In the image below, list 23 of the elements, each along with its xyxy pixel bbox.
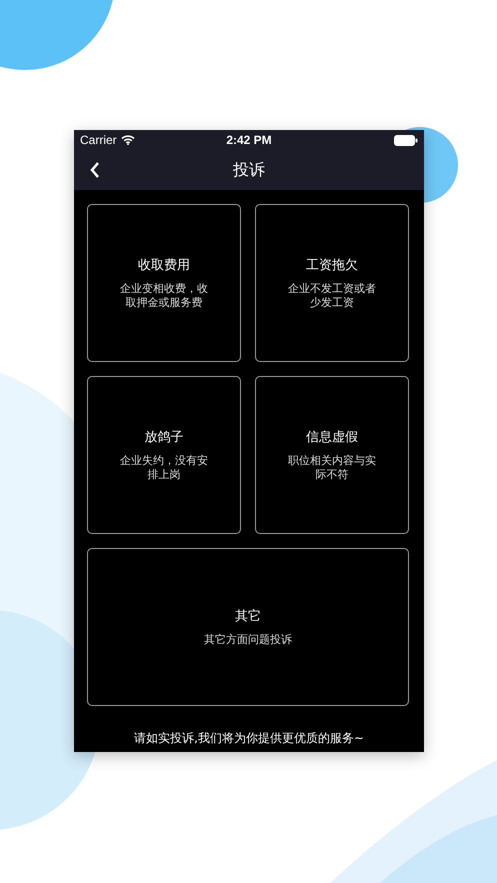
complaint-card[interactable]: 工资拖欠 企业不发工资或者少发工资 [255,204,409,362]
card-title: 信息虚假 [306,428,358,446]
page-title: 投诉 [233,160,265,180]
card-title: 工资拖欠 [306,256,358,274]
complaint-card[interactable]: 收取费用 企业变相收费，收取押金或服务费 [87,204,241,362]
card-title: 收取费用 [138,256,190,274]
card-title: 其它 [235,608,261,625]
back-button[interactable] [88,160,102,180]
card-description: 其它方面问题投诉 [204,632,292,648]
complaint-card[interactable]: 其它 其它方面问题投诉 [87,548,409,706]
card-description: 企业变相收费，收取押金或服务费 [119,282,209,310]
footer-note: 请如实投诉,我们将为你提供更优质的服务~ [133,730,365,747]
card-description: 企业失约，没有安排上岗 [119,454,209,482]
card-title: 放鸽子 [144,428,184,446]
carrier-label: Carrier [80,133,117,147]
card-description: 企业不发工资或者少发工资 [287,282,377,310]
status-time: 2:42 PM [226,133,272,147]
complaint-card[interactable]: 信息虚假 职位相关内容与实际不符 [255,376,409,534]
battery-icon [394,134,418,146]
wifi-icon [120,135,135,145]
back-icon [88,160,102,180]
card-description: 职位相关内容与实际不符 [287,454,377,482]
complaint-card[interactable]: 放鸽子 企业失约，没有安排上岗 [87,376,241,534]
